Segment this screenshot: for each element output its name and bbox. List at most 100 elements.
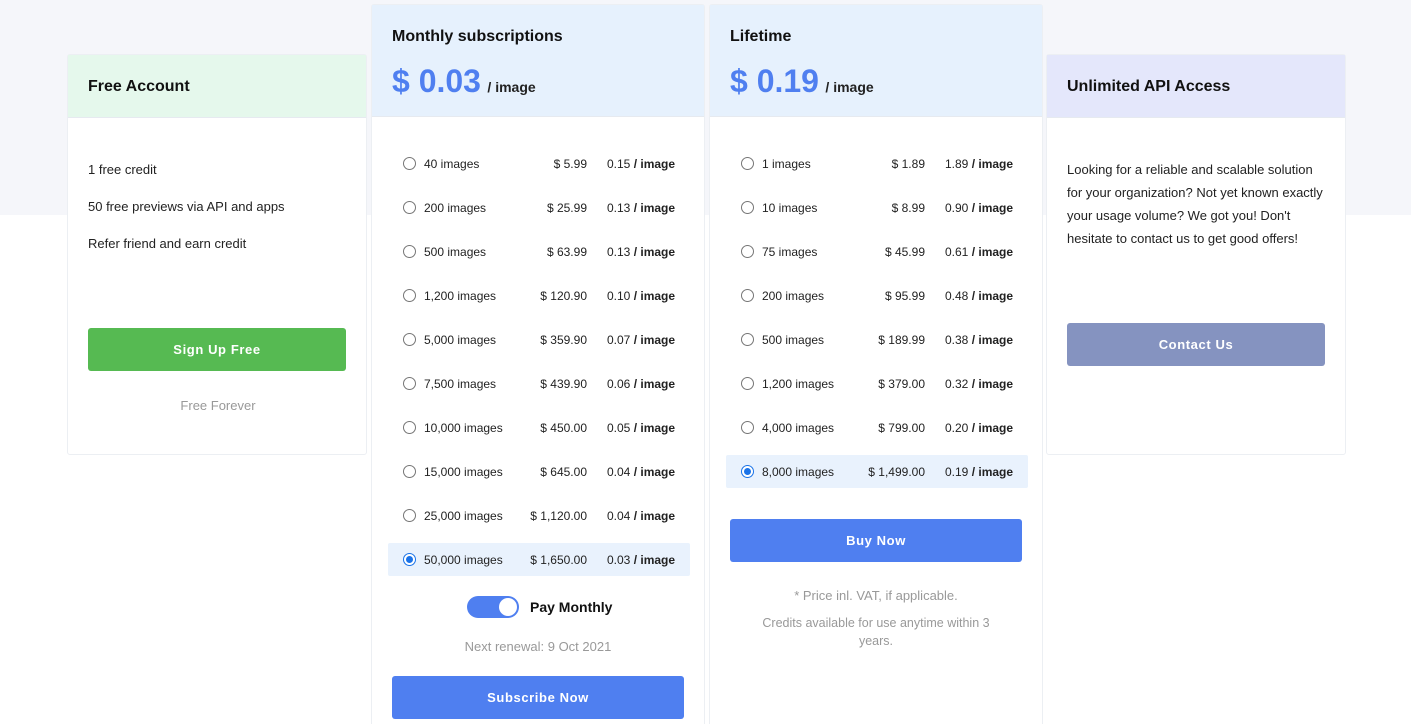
plan-per-image-value: 0.04 <box>607 465 631 479</box>
plan-row[interactable]: 500 images $ 189.99 0.38 / image <box>726 323 1028 356</box>
lifetime-price: $ 0.19 <box>730 63 819 99</box>
plan-image-count: 5,000 images <box>424 333 497 347</box>
pay-monthly-toggle[interactable] <box>467 596 519 618</box>
plan-per-image-price: 0.13 / image <box>607 201 675 215</box>
plan-row[interactable]: 4,000 images $ 799.00 0.20 / image <box>726 411 1028 444</box>
plan-row[interactable]: 25,000 images $ 1,120.00 0.04 / image <box>388 499 690 532</box>
plan-row[interactable]: 50,000 images $ 1,650.00 0.03 / image <box>388 543 690 576</box>
monthly-price-unit: / image <box>487 79 536 95</box>
plan-row[interactable]: 40 images $ 5.99 0.15 / image <box>388 147 690 180</box>
plan-row[interactable]: 500 images $ 63.99 0.13 / image <box>388 235 690 268</box>
plan-per-image-price: 0.32 / image <box>945 377 1013 391</box>
plan-total-price: $ 8.99 <box>891 201 925 215</box>
monthly-title: Monthly subscriptions <box>392 28 563 45</box>
plan-row[interactable]: 1,200 images $ 120.90 0.10 / image <box>388 279 690 312</box>
plan-total-price: $ 645.00 <box>540 465 587 479</box>
next-renewal-note: Next renewal: 9 Oct 2021 <box>464 639 612 654</box>
plan-total-price: $ 439.90 <box>540 377 587 391</box>
plan-row[interactable]: 1 images $ 1.89 1.89 / image <box>726 147 1028 180</box>
plan-per-image-unit: / image <box>633 553 676 567</box>
plan-total-price: $ 450.00 <box>540 421 587 435</box>
lifetime-header: Lifetime $ 0.19 / image <box>710 5 1042 117</box>
monthly-header: Monthly subscriptions $ 0.03 / image <box>372 5 704 117</box>
plan-total-price: $ 359.90 <box>540 333 587 347</box>
plan-radio[interactable] <box>403 245 416 258</box>
plan-per-image-price: 0.13 / image <box>607 245 675 259</box>
plan-row[interactable]: 200 images $ 95.99 0.48 / image <box>726 279 1028 312</box>
free-account-card: Free Account 1 free credit 50 free previ… <box>67 54 367 455</box>
plan-radio[interactable] <box>741 289 754 302</box>
plan-row[interactable]: 10,000 images $ 450.00 0.05 / image <box>388 411 690 444</box>
plan-image-count: 8,000 images <box>762 465 835 479</box>
plan-radio[interactable] <box>741 201 754 214</box>
plan-total-price: $ 25.99 <box>546 201 587 215</box>
plan-per-image-unit: / image <box>971 201 1014 215</box>
toggle-knob <box>499 598 517 616</box>
plan-row[interactable]: 75 images $ 45.99 0.61 / image <box>726 235 1028 268</box>
plan-radio[interactable] <box>403 377 416 390</box>
plan-radio[interactable] <box>403 465 416 478</box>
plan-image-count: 500 images <box>762 333 825 347</box>
plan-row[interactable]: 7,500 images $ 439.90 0.06 / image <box>388 367 690 400</box>
plan-radio[interactable] <box>403 509 416 522</box>
contact-us-button[interactable]: Contact Us <box>1067 323 1325 366</box>
plan-per-image-price: 0.48 / image <box>945 289 1013 303</box>
plan-per-image-price: 0.15 / image <box>607 157 675 171</box>
free-feature-credit: 1 free credit <box>88 162 157 177</box>
sign-up-free-button[interactable]: Sign Up Free <box>88 328 346 371</box>
lifetime-price-unit: / image <box>825 79 874 95</box>
plan-radio[interactable] <box>741 157 754 170</box>
monthly-subscriptions-card: Monthly subscriptions $ 0.03 / image 40 … <box>371 4 705 724</box>
plan-row[interactable]: 1,200 images $ 379.00 0.32 / image <box>726 367 1028 400</box>
plan-per-image-value: 0.13 <box>607 201 631 215</box>
plan-radio[interactable] <box>741 333 754 346</box>
plan-radio[interactable] <box>403 201 416 214</box>
unlimited-api-card: Unlimited API Access Looking for a relia… <box>1046 54 1346 455</box>
plan-radio[interactable] <box>403 289 416 302</box>
plan-radio[interactable] <box>403 421 416 434</box>
plan-row[interactable]: 8,000 images $ 1,499.00 0.19 / image <box>726 455 1028 488</box>
plan-row[interactable]: 5,000 images $ 359.90 0.07 / image <box>388 323 690 356</box>
plan-radio[interactable] <box>741 377 754 390</box>
plan-per-image-value: 0.05 <box>607 421 631 435</box>
buy-now-button[interactable]: Buy Now <box>730 519 1022 562</box>
plan-per-image-value: 0.15 <box>607 157 631 171</box>
plan-total-price: $ 799.00 <box>878 421 925 435</box>
plan-total-price: $ 1,499.00 <box>868 465 925 479</box>
free-forever-note: Free Forever <box>180 398 256 413</box>
plan-radio[interactable] <box>403 157 416 170</box>
plan-image-count: 1,200 images <box>424 289 497 303</box>
plan-radio[interactable] <box>741 421 754 434</box>
plan-per-image-unit: / image <box>971 245 1014 259</box>
credits-note-line-1: Credits available for use anytime within… <box>762 616 990 630</box>
plan-per-image-value: 0.20 <box>945 421 969 435</box>
plan-per-image-value: 0.06 <box>607 377 631 391</box>
lifetime-price-line: $ 0.19 / image <box>730 63 874 100</box>
plan-row[interactable]: 15,000 images $ 645.00 0.04 / image <box>388 455 690 488</box>
api-title: Unlimited API Access <box>1067 78 1231 95</box>
pay-monthly-label: Pay Monthly <box>530 599 613 615</box>
plan-image-count: 1 images <box>762 157 811 171</box>
plan-per-image-price: 0.61 / image <box>945 245 1013 259</box>
plan-per-image-unit: / image <box>633 245 676 259</box>
plan-image-count: 10,000 images <box>424 421 503 435</box>
plan-per-image-unit: / image <box>633 157 676 171</box>
plan-per-image-price: 0.90 / image <box>945 201 1013 215</box>
plan-per-image-price: 0.05 / image <box>607 421 675 435</box>
plan-row[interactable]: 200 images $ 25.99 0.13 / image <box>388 191 690 224</box>
plan-row[interactable]: 10 images $ 8.99 0.90 / image <box>726 191 1028 224</box>
plan-image-count: 75 images <box>762 245 818 259</box>
plan-per-image-value: 0.61 <box>945 245 969 259</box>
plan-radio[interactable] <box>403 553 416 566</box>
plan-per-image-unit: / image <box>971 157 1014 171</box>
plan-radio[interactable] <box>741 245 754 258</box>
plan-radio[interactable] <box>741 465 754 478</box>
plan-total-price: $ 1,650.00 <box>530 553 587 567</box>
subscribe-now-button[interactable]: Subscribe Now <box>392 676 684 719</box>
monthly-price-line: $ 0.03 / image <box>392 63 536 100</box>
plan-image-count: 40 images <box>424 157 480 171</box>
free-feature-referral: Refer friend and earn credit <box>88 236 247 251</box>
plan-per-image-price: 0.04 / image <box>607 465 675 479</box>
plan-radio[interactable] <box>403 333 416 346</box>
plan-per-image-unit: / image <box>971 377 1014 391</box>
